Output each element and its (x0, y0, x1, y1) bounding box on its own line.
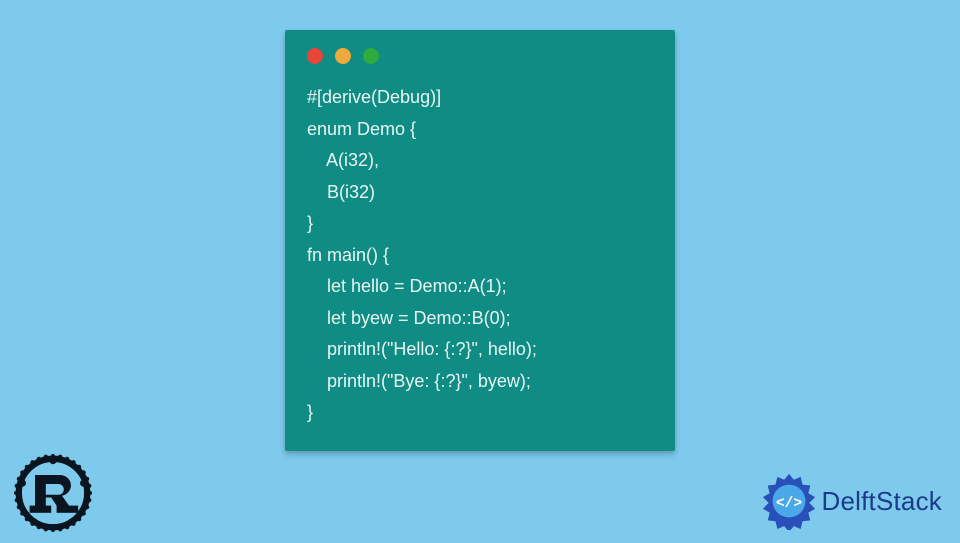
rust-logo-icon (8, 448, 98, 538)
window-minimize-dot (335, 48, 351, 64)
code-window: #[derive(Debug)] enum Demo { A(i32), B(i… (285, 30, 675, 451)
window-close-dot (307, 48, 323, 64)
code-block: #[derive(Debug)] enum Demo { A(i32), B(i… (307, 82, 653, 429)
svg-text:</>: </> (775, 496, 801, 512)
traffic-lights (307, 48, 653, 64)
delftstack-logo: </> DelftStack (760, 472, 943, 530)
delftstack-text: DelftStack (822, 486, 943, 517)
delftstack-mark-icon: </> (760, 472, 818, 530)
window-maximize-dot (363, 48, 379, 64)
